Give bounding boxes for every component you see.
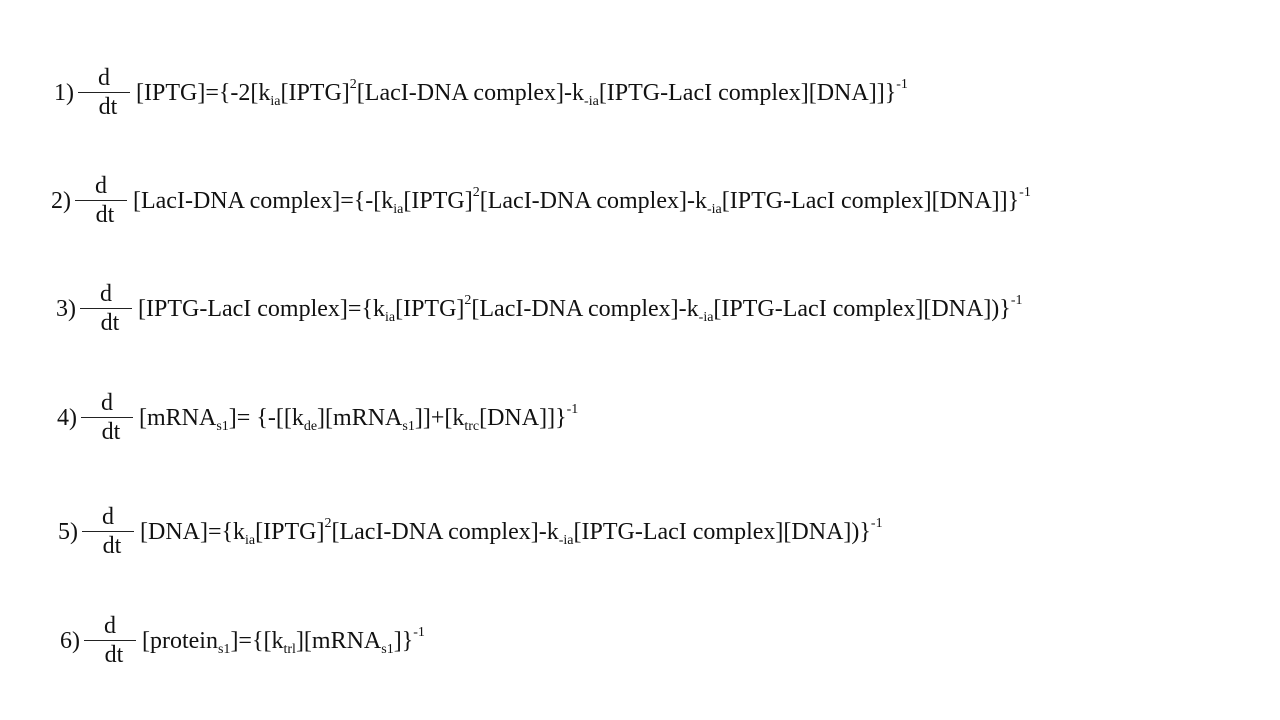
derivative-denominator: dt: [104, 642, 124, 668]
derivative-numerator: d: [95, 173, 107, 199]
expression-text: ]={[k: [230, 627, 284, 654]
equation-6: 6) d dt [proteins1]={[ktrl][mRNAs1]}-1: [60, 612, 425, 669]
subscript: ia: [245, 532, 256, 548]
expression-text: [IPTG-LacI complex][DNA])}: [713, 295, 1011, 322]
subscript: -ia: [584, 93, 599, 109]
equation-1: 1) d dt [IPTG]={-2[kia[IPTG]2[LacI-DNA c…: [54, 64, 908, 121]
subscript: s1: [381, 641, 394, 657]
equation-4: 4) d dt [mRNAs1]= {-[[kde][mRNAs1]]+[ktr…: [57, 389, 578, 446]
subscript: ia: [270, 93, 281, 109]
derivative-numerator: d: [101, 390, 113, 416]
equation-number: 1): [54, 79, 74, 106]
equation-expression: [mRNAs1]= {-[[kde][mRNAs1]]+[ktrc[DNA]]}…: [139, 402, 578, 433]
equation-number: 2): [51, 187, 71, 214]
expression-text: [IPTG-LacI complex]={k: [138, 295, 385, 322]
superscript: -1: [896, 76, 908, 92]
derivative-numerator: d: [98, 65, 110, 91]
derivative-operator: d dt: [80, 280, 132, 337]
derivative-denominator: dt: [101, 419, 121, 445]
equation-number: 5): [58, 518, 78, 545]
expression-text: [LacI-DNA complex]-k: [356, 79, 585, 106]
equation-number: 6): [60, 627, 80, 654]
derivative-operator: d dt: [84, 612, 136, 669]
expression-text: [IPTG]: [255, 518, 325, 545]
equation-expression: [LacI-DNA complex]={-[kia[IPTG]2[LacI-DN…: [133, 185, 1031, 216]
expression-text: [IPTG-LacI complex][DNA]]}: [598, 79, 897, 106]
expression-text: ]= {-[[k: [228, 404, 304, 431]
superscript: 2: [472, 184, 480, 200]
expression-text: [protein: [142, 627, 218, 654]
subscript: -ia: [698, 309, 714, 325]
expression-text: ]]+[k: [414, 404, 465, 431]
subscript: -ia: [558, 532, 574, 548]
expression-text: [LacI-DNA complex]-k: [331, 518, 559, 545]
equation-expression: [proteins1]={[ktrl][mRNAs1]}-1: [142, 625, 425, 656]
derivative-operator: d dt: [75, 172, 127, 229]
equation-number: 3): [56, 295, 76, 322]
expression-text: [DNA]]}: [479, 404, 567, 431]
equation-expression: [IPTG]={-2[kia[IPTG]2[LacI-DNA complex]-…: [136, 77, 908, 108]
expression-text: ]}: [393, 627, 414, 654]
superscript: -1: [566, 401, 579, 417]
subscript: ia: [393, 201, 404, 217]
superscript: -1: [413, 624, 425, 640]
derivative-denominator: dt: [98, 94, 118, 120]
expression-text: [IPTG]: [395, 295, 465, 322]
expression-text: [LacI-DNA complex]-k: [471, 295, 699, 322]
subscript: de: [303, 418, 318, 434]
expression-text: [IPTG-LacI complex][DNA])}: [573, 518, 871, 545]
expression-text: [mRNA: [139, 404, 217, 431]
expression-text: [IPTG]: [280, 79, 350, 106]
derivative-numerator: d: [102, 504, 114, 530]
expression-text: [LacI-DNA complex]-k: [479, 187, 707, 214]
subscript: s1: [216, 418, 229, 434]
expression-text: [LacI-DNA complex]={-[k: [133, 187, 394, 214]
derivative-operator: d dt: [81, 389, 133, 446]
derivative-numerator: d: [100, 281, 112, 307]
expression-text: ][mRNA: [295, 627, 382, 654]
subscript: trc: [464, 418, 480, 434]
derivative-numerator: d: [104, 613, 116, 639]
subscript: -ia: [706, 201, 722, 217]
equation-5: 5) d dt [DNA]={kia[IPTG]2[LacI-DNA compl…: [58, 503, 883, 560]
subscript: ia: [384, 309, 396, 325]
superscript: -1: [1010, 292, 1023, 308]
derivative-operator: d dt: [82, 503, 134, 560]
expression-text: [IPTG-LacI complex][DNA]]}: [721, 187, 1020, 214]
expression-text: ][mRNA: [317, 404, 403, 431]
expression-text: [IPTG]={-2[k: [136, 79, 271, 106]
equation-number: 4): [57, 404, 77, 431]
derivative-denominator: dt: [95, 202, 115, 228]
superscript: -1: [870, 515, 883, 531]
equation-2: 2) d dt [LacI-DNA complex]={-[kia[IPTG]2…: [51, 172, 1031, 229]
derivative-operator: d dt: [78, 64, 130, 121]
subscript: s1: [402, 418, 415, 434]
subscript: trl: [283, 641, 296, 657]
subscript: s1: [217, 641, 231, 657]
superscript: 2: [349, 76, 357, 92]
superscript: -1: [1019, 184, 1031, 200]
derivative-denominator: dt: [100, 310, 120, 336]
equation-expression: [IPTG-LacI complex]={kia[IPTG]2[LacI-DNA…: [138, 293, 1023, 324]
equation-3: 3) d dt [IPTG-LacI complex]={kia[IPTG]2[…: [56, 280, 1023, 337]
derivative-denominator: dt: [102, 533, 122, 559]
expression-text: [DNA]={k: [140, 518, 246, 545]
equation-expression: [DNA]={kia[IPTG]2[LacI-DNA complex]-k-ia…: [140, 516, 883, 547]
expression-text: [IPTG]: [403, 187, 473, 214]
